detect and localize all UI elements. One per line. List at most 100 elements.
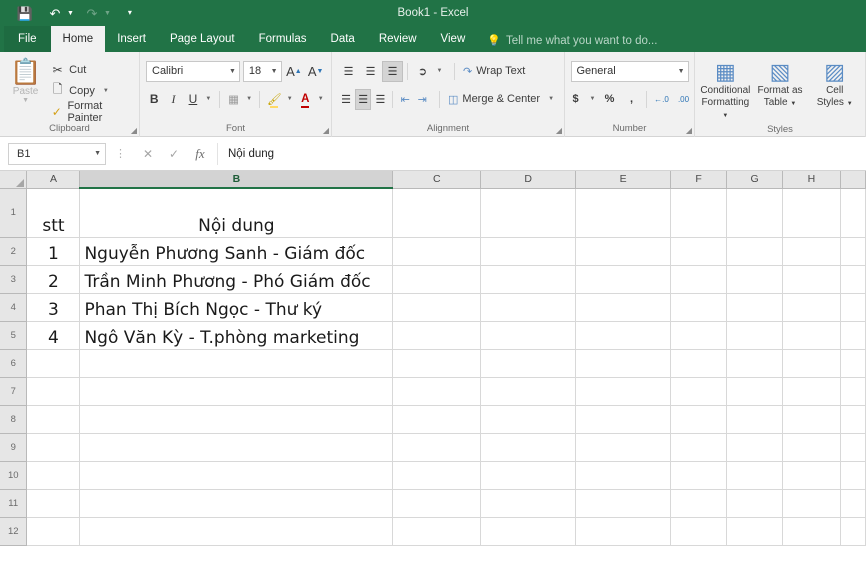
enter-icon[interactable]: ✓ bbox=[161, 143, 187, 165]
orientation-icon[interactable]: ➲ bbox=[412, 61, 433, 82]
align-bottom-button[interactable]: ☰ bbox=[382, 60, 403, 82]
borders-icon[interactable]: ▦ bbox=[225, 89, 241, 110]
paste-dropdown-icon[interactable]: ▼ bbox=[22, 97, 29, 104]
font-dialog-launcher-icon[interactable]: ◢ bbox=[323, 126, 329, 135]
cell-D2[interactable] bbox=[480, 237, 577, 266]
cell-G1[interactable] bbox=[726, 188, 783, 238]
column-header-g[interactable]: G bbox=[726, 171, 783, 189]
cell-F1[interactable] bbox=[670, 188, 728, 238]
column-header-e[interactable]: E bbox=[575, 171, 672, 189]
cell-A6[interactable] bbox=[26, 349, 81, 378]
cell-A2[interactable]: 1 bbox=[26, 237, 81, 266]
column-header-partial[interactable] bbox=[840, 171, 866, 189]
cell-D6[interactable] bbox=[480, 349, 577, 378]
row-header-5[interactable]: 5 bbox=[0, 321, 28, 350]
cell-F6[interactable] bbox=[670, 349, 728, 378]
cell-I3[interactable] bbox=[840, 265, 866, 294]
cell-H9[interactable] bbox=[782, 433, 841, 462]
cell-I7[interactable] bbox=[840, 377, 866, 406]
cell-H4[interactable] bbox=[782, 293, 841, 322]
italic-button[interactable]: I bbox=[165, 89, 181, 110]
cell-H2[interactable] bbox=[782, 237, 841, 266]
alignment-dialog-launcher-icon[interactable]: ◢ bbox=[556, 126, 562, 135]
cell-F5[interactable] bbox=[670, 321, 728, 350]
select-all-button[interactable] bbox=[0, 171, 28, 189]
align-middle-button[interactable]: ☰ bbox=[360, 61, 381, 82]
cell-C8[interactable] bbox=[392, 405, 482, 434]
cell-I11[interactable] bbox=[840, 489, 866, 518]
column-header-b[interactable]: B bbox=[79, 171, 394, 189]
cell-A11[interactable] bbox=[26, 489, 81, 518]
cell-F12[interactable] bbox=[670, 517, 728, 546]
cell-B12[interactable] bbox=[79, 517, 394, 546]
merge-center-dropdown-icon[interactable]: ▼ bbox=[548, 96, 554, 102]
cell-B11[interactable] bbox=[79, 489, 394, 518]
cell-E2[interactable] bbox=[575, 237, 672, 266]
cell-E12[interactable] bbox=[575, 517, 672, 546]
cell-E1[interactable] bbox=[575, 188, 672, 238]
formula-input[interactable]: Nội dung bbox=[217, 142, 862, 165]
save-icon[interactable]: 💾 bbox=[14, 2, 36, 24]
undo-icon[interactable]: ↶ bbox=[44, 2, 66, 24]
column-header-a[interactable]: A bbox=[26, 171, 81, 189]
row-header-6[interactable]: 6 bbox=[0, 349, 28, 378]
tab-home[interactable]: Home bbox=[50, 26, 106, 52]
cell-B9[interactable] bbox=[79, 433, 394, 462]
cell-D4[interactable] bbox=[480, 293, 577, 322]
row-header-8[interactable]: 8 bbox=[0, 405, 28, 434]
cell-G4[interactable] bbox=[726, 293, 783, 322]
cell-F10[interactable] bbox=[670, 461, 728, 490]
font-name-dropdown-icon[interactable]: ▼ bbox=[229, 68, 236, 75]
cell-H12[interactable] bbox=[782, 517, 841, 546]
font-color-dropdown-icon[interactable]: ▼ bbox=[316, 89, 325, 110]
fill-color-icon[interactable]: 🖌 bbox=[266, 89, 282, 110]
cell-F8[interactable] bbox=[670, 405, 728, 434]
cell-E8[interactable] bbox=[575, 405, 672, 434]
cell-B1[interactable]: Nội dung bbox=[79, 188, 394, 238]
paste-button[interactable]: 📋 Paste ▼ bbox=[4, 55, 47, 121]
cell-F9[interactable] bbox=[670, 433, 728, 462]
cell-E4[interactable] bbox=[575, 293, 672, 322]
row-header-9[interactable]: 9 bbox=[0, 433, 28, 462]
cell-H7[interactable] bbox=[782, 377, 841, 406]
fill-color-dropdown-icon[interactable]: ▼ bbox=[285, 89, 294, 110]
cell-A8[interactable] bbox=[26, 405, 81, 434]
cell-D10[interactable] bbox=[480, 461, 577, 490]
cell-I12[interactable] bbox=[840, 517, 866, 546]
cell-C4[interactable] bbox=[392, 293, 482, 322]
grow-font-button[interactable]: A ▲ bbox=[285, 61, 304, 82]
align-right-button[interactable]: ☰ bbox=[372, 89, 388, 110]
font-size-combo[interactable]: 18 ▼ bbox=[242, 60, 282, 82]
row-header-3[interactable]: 3 bbox=[0, 265, 28, 294]
tab-review[interactable]: Review bbox=[367, 26, 429, 52]
format-painter-button[interactable]: ✓ Format Painter bbox=[47, 100, 135, 124]
cell-H3[interactable] bbox=[782, 265, 841, 294]
font-name-combo[interactable]: Calibri ▼ bbox=[146, 60, 240, 82]
align-left-button[interactable]: ☰ bbox=[338, 89, 354, 110]
cell-G5[interactable] bbox=[726, 321, 783, 350]
increase-indent-icon[interactable]: ⇥ bbox=[414, 89, 430, 110]
cell-D7[interactable] bbox=[480, 377, 577, 406]
cell-I5[interactable] bbox=[840, 321, 866, 350]
cell-C12[interactable] bbox=[392, 517, 482, 546]
number-format-combo[interactable]: General ▼ bbox=[570, 60, 689, 82]
cell-H5[interactable] bbox=[782, 321, 841, 350]
cell-C10[interactable] bbox=[392, 461, 482, 490]
row-header-1[interactable]: 1 bbox=[0, 188, 28, 238]
cell-I4[interactable] bbox=[840, 293, 866, 322]
wrap-text-button[interactable]: ↷ Wrap Text bbox=[459, 61, 529, 82]
cell-E10[interactable] bbox=[575, 461, 672, 490]
cell-A3[interactable]: 2 bbox=[26, 265, 81, 294]
cell-G7[interactable] bbox=[726, 377, 783, 406]
tab-formulas[interactable]: Formulas bbox=[247, 26, 319, 52]
cell-B4[interactable]: Phan Thị Bích Ngọc - Thư ký bbox=[79, 293, 394, 322]
column-header-c[interactable]: C bbox=[392, 171, 482, 189]
row-header-12[interactable]: 12 bbox=[0, 517, 28, 546]
decrease-decimal-icon[interactable]: .00 bbox=[673, 89, 694, 110]
currency-dropdown-icon[interactable]: ▼ bbox=[587, 89, 598, 110]
borders-dropdown-icon[interactable]: ▼ bbox=[245, 89, 254, 110]
tab-insert[interactable]: Insert bbox=[105, 26, 158, 52]
cell-D12[interactable] bbox=[480, 517, 577, 546]
clipboard-dialog-launcher-icon[interactable]: ◢ bbox=[131, 126, 137, 135]
increase-decimal-icon[interactable]: ←.0 bbox=[651, 89, 672, 110]
